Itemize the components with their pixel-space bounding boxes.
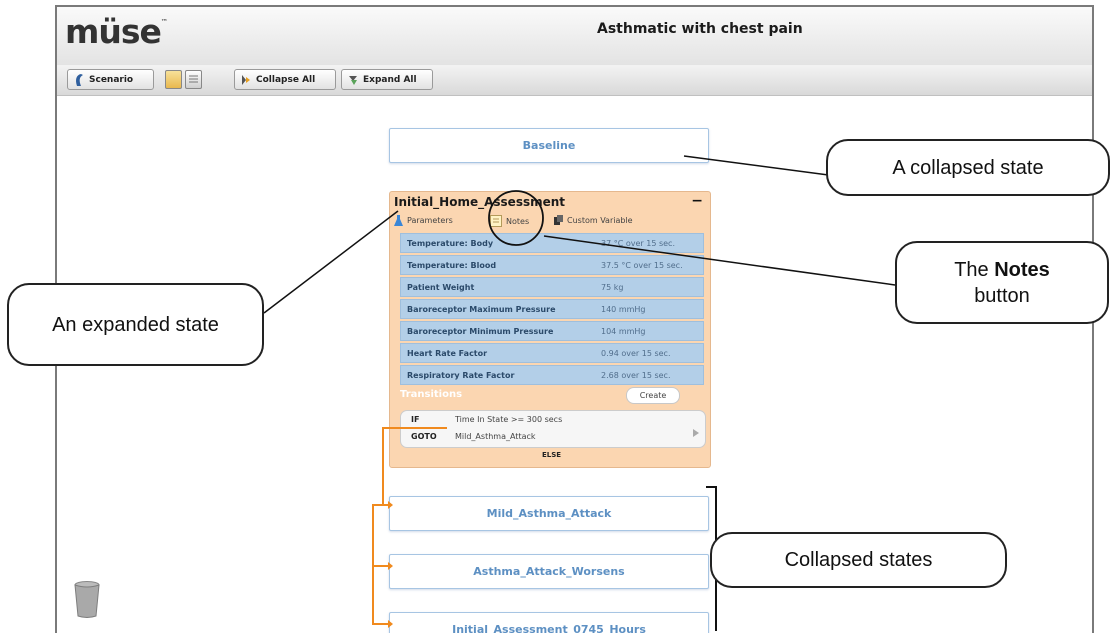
- leader-notes: [543, 235, 896, 286]
- callout-collapsed-state: A collapsed state: [826, 139, 1110, 196]
- callout-notes-suffix: button: [974, 284, 1030, 307]
- connector-initial: [372, 566, 388, 625]
- leader-collapsed-state: [683, 155, 837, 177]
- callout-notes-line1: The Notes: [954, 257, 1050, 283]
- callout-notes-prefix: The: [954, 258, 989, 281]
- callout-collapsed-states: Collapsed states: [710, 532, 1007, 588]
- callout-notes-button: The Notes button: [895, 241, 1109, 324]
- leader-expanded: [263, 210, 399, 314]
- connector-arrow-icon: [388, 562, 393, 570]
- connector-goto: [382, 427, 447, 506]
- connector-arrow-icon: [388, 501, 393, 509]
- connector-arrow-icon: [388, 620, 393, 628]
- connector-worsens: [372, 504, 388, 567]
- callout-expanded-state: An expanded state: [7, 283, 264, 366]
- callout-notes-bold: Notes: [994, 258, 1050, 281]
- notes-highlight-circle: [488, 190, 544, 246]
